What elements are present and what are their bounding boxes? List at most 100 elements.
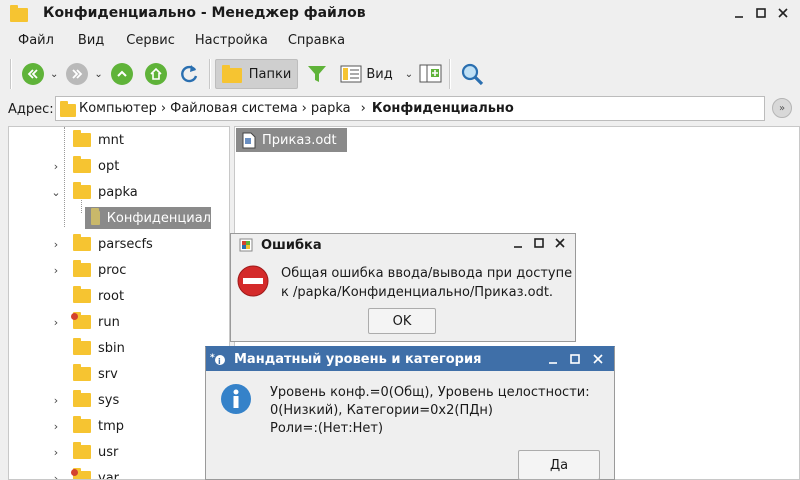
tree-item-label: sbin bbox=[98, 340, 125, 356]
maximize-icon[interactable] bbox=[534, 237, 544, 252]
view-mode-button[interactable]: Вид bbox=[340, 64, 393, 84]
yes-button[interactable]: Да bbox=[518, 450, 600, 480]
maximize-icon[interactable] bbox=[752, 4, 770, 22]
minimize-icon[interactable] bbox=[730, 4, 748, 22]
tree-item-label: root bbox=[98, 288, 125, 304]
minimize-icon[interactable] bbox=[548, 353, 558, 368]
folder-icon bbox=[60, 100, 76, 117]
tree-item-root[interactable]: root bbox=[51, 285, 124, 307]
chevron-right-icon[interactable]: › bbox=[51, 238, 61, 251]
error-message-line1: Общая ошибка ввода/вывода при доступе bbox=[281, 266, 573, 281]
folder-icon bbox=[10, 4, 28, 22]
home-button[interactable] bbox=[144, 63, 167, 85]
folder-icon bbox=[73, 156, 91, 173]
menu-bar: Файл Вид Сервис Настройка Справка bbox=[0, 28, 345, 52]
chevron-down-icon[interactable]: ⌄ bbox=[51, 186, 61, 199]
forward-history-chevron-down-icon[interactable]: ⌄ bbox=[94, 69, 102, 80]
chevron-right-icon[interactable]: › bbox=[51, 420, 61, 433]
chevron-right-icon[interactable]: › bbox=[51, 160, 61, 173]
info-dialog-titlebar[interactable]: * i Мандатный уровень и категория bbox=[206, 347, 614, 371]
address-label: Адрес: bbox=[8, 101, 54, 117]
up-button[interactable] bbox=[110, 63, 133, 85]
search-button[interactable] bbox=[459, 61, 485, 87]
error-message-line2: к /papka/Конфиденциально/Приказ.odt. bbox=[281, 285, 554, 300]
document-icon bbox=[242, 132, 256, 148]
chevron-right-icon[interactable]: › bbox=[51, 264, 61, 277]
go-arrow-icon: » bbox=[778, 102, 786, 114]
menu-service[interactable]: Сервис bbox=[126, 33, 175, 48]
folders-label: Папки bbox=[248, 66, 292, 82]
filter-button[interactable] bbox=[306, 63, 328, 85]
tree-item-label: sys bbox=[98, 392, 120, 408]
folders-toggle-button[interactable]: Папки bbox=[214, 59, 299, 89]
tree-item-label: tmp bbox=[98, 418, 125, 434]
menu-settings[interactable]: Настройка bbox=[195, 33, 268, 48]
chevron-right-icon[interactable]: › bbox=[51, 472, 61, 480]
double-right-icon bbox=[72, 69, 83, 79]
maximize-icon[interactable] bbox=[570, 353, 580, 368]
title-bar[interactable]: Конфиденциально - Менеджер файлов bbox=[0, 0, 800, 26]
breadcrumb-separator-icon: › bbox=[160, 101, 167, 116]
tree-item-srv[interactable]: srv bbox=[51, 363, 118, 385]
breadcrumb-filesystem[interactable]: Файловая система bbox=[170, 101, 298, 116]
chevron-right-icon[interactable]: › bbox=[51, 394, 61, 407]
close-icon[interactable] bbox=[593, 353, 603, 368]
info-icon bbox=[221, 384, 251, 414]
chevron-right-icon[interactable]: › bbox=[51, 446, 61, 459]
back-button[interactable] bbox=[22, 63, 44, 85]
tree-item-opt[interactable]: › opt bbox=[51, 155, 119, 177]
search-icon bbox=[461, 63, 484, 86]
tree-item-run[interactable]: › run bbox=[51, 311, 120, 333]
folder-tree[interactable]: mnt › opt ⌄ papka Конфиденциал › parsecf… bbox=[8, 126, 230, 480]
address-field[interactable]: Компьютер › Файловая система › papka › К… bbox=[55, 96, 765, 121]
tree-item-label: run bbox=[98, 314, 120, 330]
minimize-icon[interactable] bbox=[513, 237, 523, 252]
forward-button[interactable] bbox=[66, 63, 89, 85]
tree-item-sbin[interactable]: sbin bbox=[51, 337, 125, 359]
close-icon[interactable] bbox=[555, 237, 565, 252]
tree-item-label: Конфиденциал bbox=[106, 210, 211, 226]
tree-item-usr[interactable]: › usr bbox=[51, 441, 118, 463]
file-manager-window: Конфиденциально - Менеджер файлов Файл В… bbox=[0, 0, 800, 480]
close-icon[interactable] bbox=[774, 4, 792, 22]
back-history-chevron-down-icon[interactable]: ⌄ bbox=[50, 69, 58, 80]
tree-item-label: opt bbox=[98, 158, 120, 174]
file-item-prikaz[interactable]: Приказ.odt bbox=[236, 128, 347, 152]
view-mode-chevron-down-icon[interactable]: ⌄ bbox=[405, 69, 413, 80]
folder-icon bbox=[221, 64, 242, 83]
breadcrumb-computer[interactable]: Компьютер bbox=[79, 101, 157, 116]
breadcrumb-current[interactable]: Конфиденциально bbox=[372, 101, 514, 116]
folder-icon bbox=[73, 390, 91, 407]
address-bar: Адрес: Компьютер › Файловая система › pa… bbox=[0, 96, 800, 122]
folder-icon bbox=[73, 130, 91, 147]
tree-item-parsecfs[interactable]: › parsecfs bbox=[51, 233, 153, 255]
folder-icon bbox=[73, 442, 91, 459]
tree-item-label: papka bbox=[98, 184, 138, 200]
menu-help[interactable]: Справка bbox=[288, 33, 345, 48]
chevron-right-icon[interactable]: › bbox=[51, 316, 61, 329]
restricted-folder-icon bbox=[71, 312, 91, 329]
info-message-line2: 0(Низкий), Категории=0x2(ПДн) bbox=[270, 403, 493, 418]
breadcrumb-separator-icon: › bbox=[301, 101, 307, 116]
tree-item-tmp[interactable]: › tmp bbox=[51, 415, 124, 437]
tree-item-var[interactable]: › var bbox=[51, 467, 119, 480]
tree-item-label: usr bbox=[98, 444, 119, 460]
tree-item-konfidencialno-selected[interactable]: Конфиденциал bbox=[85, 207, 211, 229]
breadcrumb-papka[interactable]: papka bbox=[311, 101, 351, 116]
tree-item-sys[interactable]: › sys bbox=[51, 389, 119, 411]
new-panel-button[interactable] bbox=[419, 63, 443, 85]
tree-item-mnt[interactable]: mnt bbox=[51, 129, 124, 151]
tree-item-papka[interactable]: ⌄ papka bbox=[51, 181, 138, 203]
ok-button[interactable]: OK bbox=[368, 308, 436, 334]
go-button[interactable]: » bbox=[772, 98, 792, 118]
folder-icon bbox=[73, 182, 91, 199]
error-dialog-titlebar[interactable]: Ошибка bbox=[231, 234, 575, 256]
error-dialog-title: Ошибка bbox=[261, 237, 322, 253]
reload-button[interactable] bbox=[177, 62, 201, 86]
tree-item-proc[interactable]: › proc bbox=[51, 259, 126, 281]
svg-text:i: i bbox=[218, 357, 221, 366]
menu-view[interactable]: Вид bbox=[78, 33, 104, 48]
file-name: Приказ.odt bbox=[262, 132, 337, 148]
menu-file[interactable]: Файл bbox=[18, 33, 54, 48]
folder-icon bbox=[73, 416, 91, 433]
